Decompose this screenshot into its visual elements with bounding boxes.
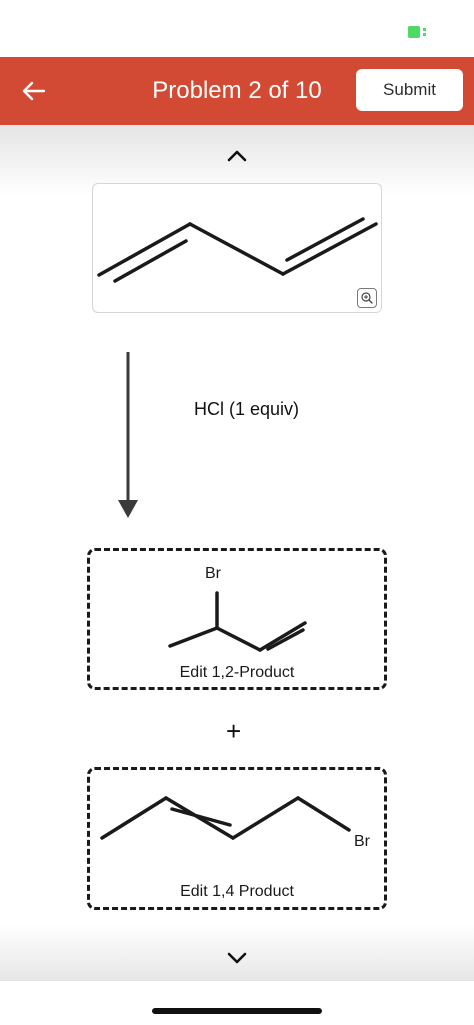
product-1-box[interactable]: Br Edit 1,2-Product (87, 548, 387, 690)
arrow-left-icon (22, 81, 46, 101)
chevron-down-icon[interactable] (225, 950, 249, 966)
home-indicator (152, 1008, 322, 1014)
product-2-box[interactable]: Br Edit 1,4 Product (87, 767, 387, 910)
edit-1-4-product-label[interactable]: Edit 1,4 Product (90, 883, 384, 901)
back-button[interactable] (14, 71, 54, 111)
butadiene-structure (97, 217, 378, 283)
status-bar (0, 0, 474, 57)
plus-sign: + (226, 716, 242, 746)
zoom-button[interactable] (357, 288, 377, 308)
chevron-up-icon[interactable] (225, 148, 249, 164)
bromine-label: Br (205, 565, 221, 582)
bromine-label: Br (354, 833, 370, 850)
edit-1-2-product-label[interactable]: Edit 1,2-Product (90, 664, 384, 682)
submit-button[interactable]: Submit (356, 69, 463, 111)
reactant-structure-box[interactable] (92, 183, 382, 313)
header-bar: Problem 2 of 10 Submit (0, 57, 474, 125)
battery-icon (408, 26, 426, 38)
reagent-label: HCl (1 equiv) (194, 399, 300, 419)
reaction-arrow-icon (118, 352, 138, 518)
zoom-icon (361, 292, 373, 304)
